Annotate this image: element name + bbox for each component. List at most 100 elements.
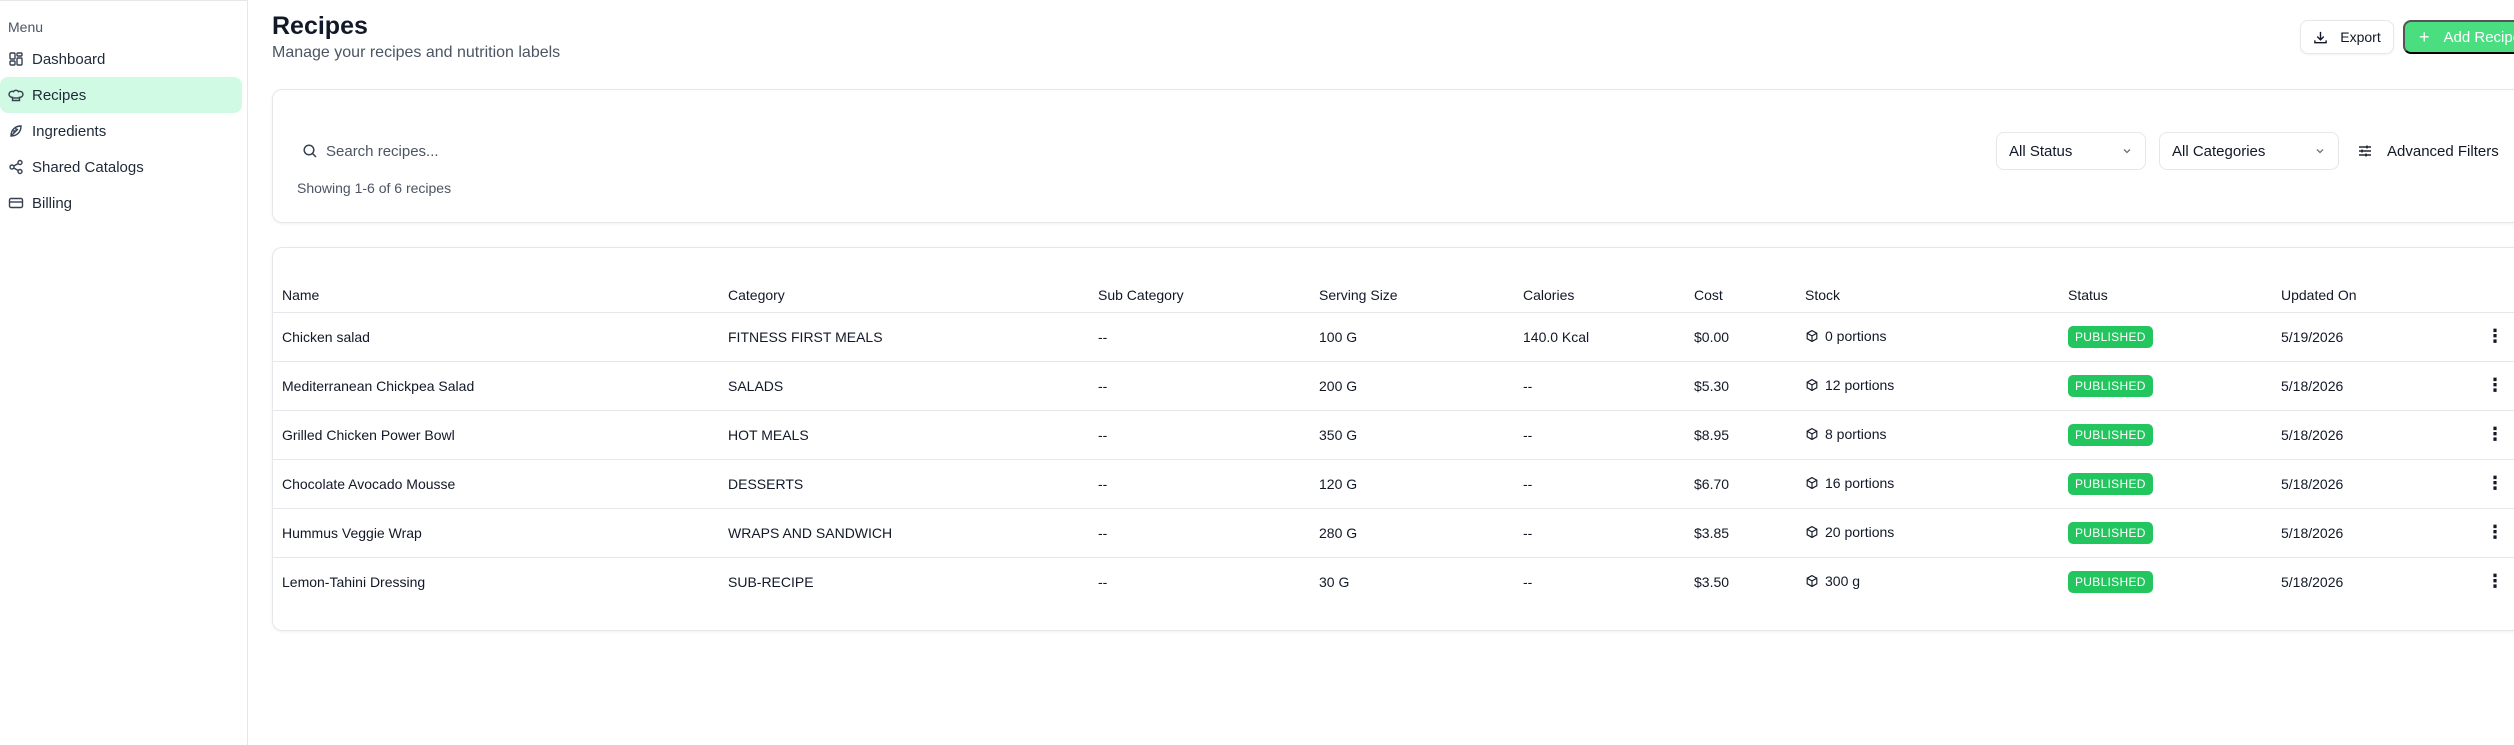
recipe-calories: -- [1523,361,1694,411]
recipe-category: SALADS [728,361,1098,411]
recipe-calories: -- [1523,459,1694,509]
more-vertical-icon[interactable]: ⋮ [2471,424,2504,444]
row-actions: ⋮ [2471,361,2514,411]
recipe-serving-size: 120 G [1319,459,1523,509]
column-header-calories[interactable]: Calories [1523,278,1694,313]
search-icon [303,144,317,158]
recipe-category: WRAPS AND SANDWICH [728,508,1098,558]
recipe-stock: 16 portions [1805,459,2068,509]
category-select[interactable]: All Categories [2159,132,2339,170]
stock-value: 0 portions [1825,327,1887,344]
export-label: Export [2340,29,2381,45]
recipe-cost: $0.00 [1694,312,1805,362]
recipe-name[interactable]: Hummus Veggie Wrap [273,508,728,558]
page-title: Recipes [272,12,368,40]
package-icon [1806,525,1818,538]
status-badge: PUBLISHED [2068,423,2153,446]
table-row[interactable]: Grilled Chicken Power Bowl HOT MEALS -- … [273,410,2514,460]
recipe-cost: $6.70 [1694,459,1805,509]
category-select-value: All Categories [2172,142,2266,160]
recipe-sub-category: -- [1098,573,1108,590]
plus-icon: + [2419,27,2430,47]
column-header-name[interactable]: Name [273,278,728,313]
recipe-stock: 300 g [1805,557,2068,606]
table-row[interactable]: Mediterranean Chickpea Salad SALADS -- 2… [273,361,2514,411]
advanced-filters-button[interactable]: Advanced Filters [2351,132,2499,170]
sidebar: Menu Dashboard Recipes Ingredients Share… [0,0,248,745]
download-icon [2314,31,2328,43]
table-row[interactable]: Lemon-Tahini Dressing SUB-RECIPE -- 30 G… [273,557,2514,606]
table-header-row: Name Category Sub Category Serving Size … [273,278,2514,313]
recipe-status: PUBLISHED [2068,508,2281,558]
table-row[interactable]: Chicken salad FITNESS FIRST MEALS -- 100… [273,312,2514,362]
column-header-updated-on[interactable]: Updated On [2281,278,2471,313]
package-icon [1806,476,1818,489]
recipe-stock: 12 portions [1805,361,2068,411]
row-actions: ⋮ [2471,557,2514,606]
recipe-name[interactable]: Grilled Chicken Power Bowl [273,410,728,460]
search-box[interactable] [297,132,1977,170]
stock-value: 300 g [1825,572,1861,589]
stock-value: 8 portions [1825,425,1887,442]
recipe-stock: 20 portions [1805,508,2068,558]
results-count: Showing 1-6 of 6 recipes [297,180,452,196]
recipe-updated-on: 5/18/2026 [2281,361,2471,411]
recipe-calories: 140.0 Kcal [1523,312,1694,362]
column-header-sub-category[interactable]: Sub Category [1098,278,1319,313]
sidebar-item-label: Recipes [32,86,87,104]
sidebar-item-ingredients[interactable]: Ingredients [0,113,242,149]
column-header-status[interactable]: Status [2068,278,2281,313]
recipe-updated-on: 5/18/2026 [2281,459,2471,509]
recipe-cost: $5.30 [1694,361,1805,411]
recipe-calories: -- [1523,410,1694,460]
recipe-serving-size: 280 G [1319,508,1523,558]
share-icon [8,159,24,175]
sidebar-item-recipes[interactable]: Recipes [0,77,242,113]
package-icon [1806,427,1818,440]
more-vertical-icon[interactable]: ⋮ [2471,375,2504,395]
add-recipe-label: Add Recipe [2443,28,2514,46]
more-vertical-icon[interactable]: ⋮ [2471,473,2504,493]
sidebar-item-billing[interactable]: Billing [0,185,242,221]
recipe-status: PUBLISHED [2068,312,2281,362]
recipe-name[interactable]: Chocolate Avocado Mousse [273,459,728,509]
column-header-serving-size[interactable]: Serving Size [1319,278,1523,313]
recipe-sub-category: -- [1098,361,1319,411]
recipe-stock: 0 portions [1805,312,2068,362]
chevron-down-icon [2316,149,2324,154]
table-row[interactable]: Hummus Veggie Wrap WRAPS AND SANDWICH --… [273,508,2514,558]
more-vertical-icon[interactable]: ⋮ [2471,571,2504,591]
status-badge: PUBLISHED [2068,325,2153,348]
sidebar-item-dashboard[interactable]: Dashboard [0,41,242,77]
export-button[interactable]: Export [2300,20,2394,54]
recipe-name[interactable]: Lemon-Tahini Dressing [273,557,728,606]
column-header-stock[interactable]: Stock [1805,278,2068,313]
sidebar-item-shared-catalogs[interactable]: Shared Catalogs [0,149,242,185]
column-header-cost[interactable]: Cost [1694,278,1805,313]
sidebar-item-label: Dashboard [32,50,106,68]
recipe-stock: 8 portions [1805,410,2068,460]
more-vertical-icon[interactable]: ⋮ [2471,326,2504,346]
recipe-category: HOT MEALS [728,410,1098,460]
filter-card: All Status All Categories Advanced Filte… [272,89,2514,223]
recipe-status: PUBLISHED [2068,459,2281,509]
stock-value: 20 portions [1825,523,1895,540]
table-row[interactable]: Chocolate Avocado Mousse DESSERTS -- 120… [273,459,2514,509]
credit-card-icon [8,195,24,211]
sliders-icon [2359,145,2371,157]
sidebar-nav: Dashboard Recipes Ingredients Shared Cat… [0,41,242,221]
search-input[interactable] [326,142,1826,160]
add-recipe-button[interactable]: + Add Recipe [2403,20,2514,54]
column-header-category[interactable]: Category [728,278,1098,313]
recipe-name[interactable]: Mediterranean Chickpea Salad [273,361,728,411]
recipes-table-card: Name Category Sub Category Serving Size … [272,247,2514,631]
recipe-cost: $3.50 [1694,573,1730,590]
more-vertical-icon[interactable]: ⋮ [2471,522,2504,542]
recipe-name[interactable]: Chicken salad [273,312,728,362]
package-icon [1806,329,1818,342]
recipe-updated-on: 5/18/2026 [2281,573,2344,590]
recipe-category: SUB-RECIPE [728,573,814,590]
recipe-sub-category: -- [1098,459,1319,509]
status-select[interactable]: All Status [1996,132,2146,170]
page-subtitle: Manage your recipes and nutrition labels [272,44,561,61]
